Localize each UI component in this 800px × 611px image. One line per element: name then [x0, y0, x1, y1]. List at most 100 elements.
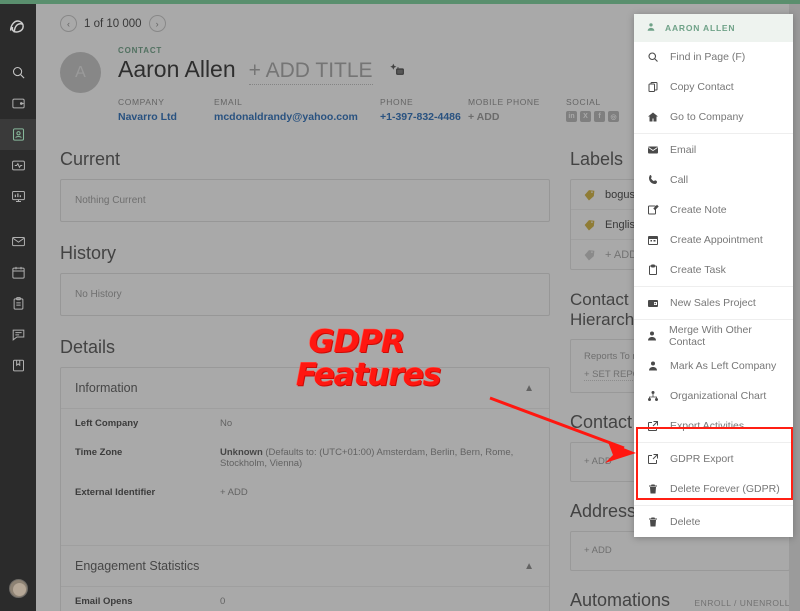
- card-heading: Information: [75, 381, 138, 395]
- menu-item-organizational-chart[interactable]: Organizational Chart: [634, 381, 793, 411]
- wallet-icon: [11, 96, 26, 111]
- sidebar-item-email[interactable]: [0, 226, 36, 257]
- add-external-identifier-button[interactable]: + ADD: [220, 487, 535, 498]
- chevron-up-icon[interactable]: ▲: [524, 561, 534, 572]
- menu-divider: [634, 505, 793, 506]
- row-key: Email Opens: [75, 596, 133, 607]
- engagement-card-header[interactable]: Engagement Statistics ▲: [61, 546, 549, 587]
- linkedin-icon[interactable]: in: [566, 111, 577, 122]
- menu-item-find-in-page[interactable]: Find in Page (F): [634, 42, 793, 72]
- add-contact-detail-button[interactable]: + ADD: [584, 456, 612, 467]
- menu-item-create-task[interactable]: Create Task: [634, 255, 793, 285]
- left-column: Current Nothing Current History No Histo…: [36, 149, 550, 611]
- record-navigation: ‹ 1 of 10 000 ›: [60, 15, 166, 32]
- row-value[interactable]: Unknown (Defaults to: (UTC+01:00) Amster…: [220, 447, 535, 469]
- contact-context-menu: AARON ALLEN Find in Page (F) Copy Contac…: [634, 14, 793, 537]
- sidebar-item-wallet[interactable]: [0, 88, 36, 119]
- contacts-icon: [11, 127, 26, 142]
- menu-item-label: Go to Company: [670, 111, 744, 123]
- add-title-button[interactable]: + ADD TITLE: [248, 59, 373, 85]
- menu-item-merge-with-other-contact[interactable]: Merge With Other Contact: [634, 321, 793, 351]
- menu-item-email[interactable]: Email: [634, 135, 793, 165]
- avatar-face: [13, 583, 26, 596]
- menu-item-label: GDPR Export: [670, 453, 734, 465]
- clipboard-icon: [11, 296, 26, 311]
- note-edit-icon: [646, 204, 659, 216]
- facebook-icon[interactable]: f: [594, 111, 605, 122]
- person-icon: [646, 330, 658, 342]
- field-email: EMAIL mcdonaldrandy@yahoo.com: [214, 97, 380, 123]
- menu-item-gdpr-export[interactable]: GDPR Export: [634, 444, 793, 474]
- menu-item-new-sales-project[interactable]: New Sales Project: [634, 288, 793, 318]
- clipboard-icon: [646, 264, 659, 276]
- search-icon: [11, 65, 26, 80]
- next-record-button[interactable]: ›: [148, 15, 166, 32]
- record-counter: 1 of 10 000: [84, 17, 142, 30]
- row-key: Left Company: [75, 418, 139, 429]
- home-icon: [646, 111, 659, 123]
- information-card-header[interactable]: Information ▲: [61, 368, 549, 409]
- app-logo-icon[interactable]: [6, 15, 30, 39]
- label-text: + ADD: [605, 248, 638, 261]
- menu-item-label: Call: [670, 174, 689, 186]
- sidebar-item-chat[interactable]: [0, 319, 36, 350]
- calendar-icon: [646, 234, 659, 246]
- menu-item-create-appointment[interactable]: Create Appointment: [634, 225, 793, 255]
- person-icon: [646, 360, 659, 372]
- table-row: Left Company No: [61, 409, 549, 438]
- field-label: EMAIL: [214, 97, 243, 107]
- menu-item-go-to-company[interactable]: Go to Company: [634, 102, 793, 132]
- context-menu-header: AARON ALLEN: [634, 14, 793, 42]
- row-value[interactable]: No: [220, 418, 535, 429]
- record-type-kicker: CONTACT: [118, 46, 163, 55]
- row-key: Time Zone: [75, 447, 123, 458]
- menu-item-label: Create Task: [670, 264, 726, 276]
- x-twitter-icon[interactable]: X: [580, 111, 591, 122]
- left-sidebar: [0, 4, 36, 611]
- details-section-title: Details: [60, 337, 116, 357]
- sidebar-item-pulse[interactable]: [0, 150, 36, 181]
- sidebar-item-reports[interactable]: [0, 181, 36, 212]
- menu-item-export-activities[interactable]: Export Activities: [634, 411, 793, 441]
- trash-icon: [646, 483, 659, 495]
- tag-icon: [583, 248, 596, 261]
- sidebar-item-calendar[interactable]: [0, 257, 36, 288]
- sidebar-item-search[interactable]: [0, 57, 36, 88]
- chevron-up-icon[interactable]: ▲: [524, 383, 534, 394]
- menu-item-call[interactable]: Call: [634, 165, 793, 195]
- menu-item-delete-forever-gdpr[interactable]: Delete Forever (GDPR): [634, 474, 793, 504]
- sidebar-item-tasks[interactable]: [0, 288, 36, 319]
- table-row: Email Opens 0: [61, 587, 549, 611]
- menu-item-label: Merge With Other Contact: [669, 324, 752, 348]
- history-empty-state[interactable]: No History: [60, 273, 550, 316]
- sidebar-item-documents[interactable]: [0, 350, 36, 381]
- contact-name[interactable]: Aaron Allen: [118, 56, 236, 83]
- prev-record-button[interactable]: ‹: [60, 15, 77, 32]
- field-label: COMPANY: [118, 97, 165, 107]
- field-company: COMPANY Navarro Ltd: [118, 97, 214, 123]
- external-link-icon: [646, 420, 659, 432]
- field-value[interactable]: +1-397-832-4486: [380, 111, 468, 123]
- contact-quick-fields: COMPANY Navarro Ltd EMAIL mcdonaldrandy@…: [118, 97, 660, 123]
- menu-item-copy-contact[interactable]: Copy Contact: [634, 72, 793, 102]
- enroll-unenroll-button[interactable]: ENROLL / UNENROLL: [694, 598, 790, 608]
- instagram-icon[interactable]: ◎: [608, 111, 619, 122]
- add-mobile-phone-button[interactable]: + ADD: [468, 111, 566, 123]
- envelope-icon: [646, 144, 659, 156]
- table-row: External Identifier + ADD: [61, 478, 549, 507]
- chat-bubble-icon: [11, 327, 26, 342]
- add-address-button[interactable]: + ADD: [584, 545, 612, 556]
- menu-item-create-note[interactable]: Create Note: [634, 195, 793, 225]
- field-value[interactable]: Navarro Ltd: [118, 111, 214, 123]
- field-value[interactable]: mcdonaldrandy@yahoo.com: [214, 111, 380, 123]
- activity-monitor-icon: [11, 158, 26, 173]
- card-heading: Engagement Statistics: [75, 559, 200, 573]
- user-avatar[interactable]: [9, 579, 28, 598]
- enrich-magic-icon[interactable]: [389, 61, 406, 82]
- menu-item-delete[interactable]: Delete: [634, 507, 793, 537]
- address-box: + ADD: [570, 531, 790, 571]
- menu-divider: [634, 442, 793, 443]
- sidebar-item-contacts[interactable]: [0, 119, 36, 150]
- current-empty-state[interactable]: Nothing Current: [60, 179, 550, 222]
- menu-item-mark-as-left-company[interactable]: Mark As Left Company: [634, 351, 793, 381]
